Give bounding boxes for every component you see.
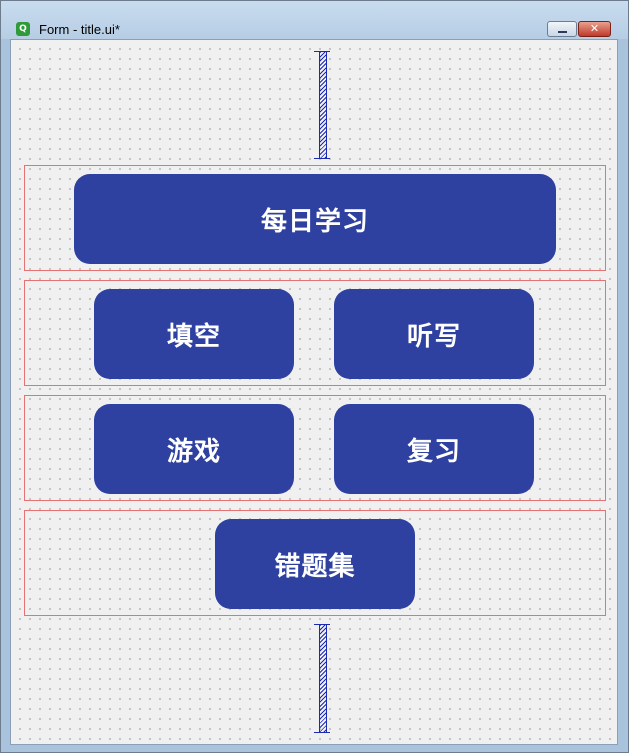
spacer-spring [319,625,327,732]
spacer-spring [319,52,327,158]
vertical-spacer-bottom[interactable] [314,624,330,733]
horizontal-layout-row-1[interactable]: 每日学习 [24,165,606,271]
horizontal-layout-row-3[interactable]: 游戏 复习 [24,395,606,501]
vertical-spacer-top[interactable] [314,51,330,159]
window-title: Form - title.ui* [39,22,120,37]
minimize-button[interactable] [547,21,577,37]
horizontal-layout-row-4[interactable]: 错题集 [24,510,606,616]
form-canvas[interactable]: 每日学习 填空 听写 游戏 复习 错题集 [10,39,618,745]
qt-designer-icon: Q [16,22,30,36]
dictation-button[interactable]: 听写 [334,289,534,379]
fill-blank-button[interactable]: 填空 [94,289,294,379]
title-bar[interactable]: Q Form - title.ui* ✕ [1,1,628,39]
review-button[interactable]: 复习 [334,404,534,494]
wrong-questions-button[interactable]: 错题集 [215,519,415,609]
designer-window: Q Form - title.ui* ✕ 每日学习 填空 听写 游戏 复习 错题… [0,0,629,753]
game-button[interactable]: 游戏 [94,404,294,494]
close-button[interactable]: ✕ [578,21,611,37]
daily-study-button[interactable]: 每日学习 [74,174,556,264]
horizontal-layout-row-2[interactable]: 填空 听写 [24,280,606,386]
